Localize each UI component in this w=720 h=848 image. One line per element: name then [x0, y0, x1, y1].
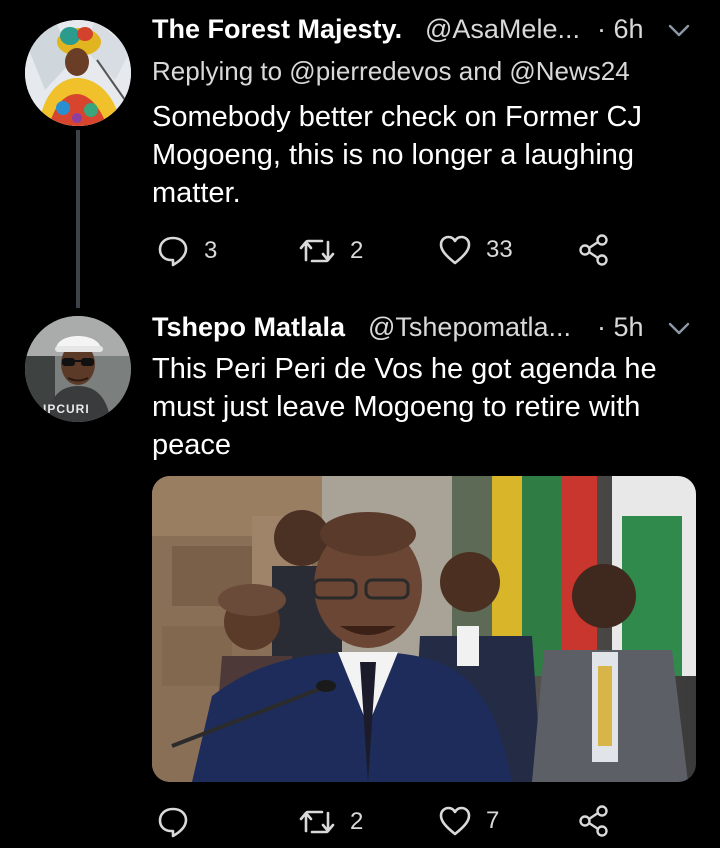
replying-to[interactable]: Replying to @pierredevos and @News24: [152, 56, 630, 87]
timestamp[interactable]: · 5h: [597, 312, 644, 343]
timestamp[interactable]: · 6h: [597, 14, 644, 45]
like-count: 7: [486, 807, 500, 834]
user-handle[interactable]: @Tshepomatla...: [368, 312, 571, 343]
user-handle[interactable]: @AsaMele...: [425, 14, 580, 45]
share-button[interactable]: [578, 805, 610, 837]
display-name[interactable]: The Forest Majesty.: [152, 14, 402, 45]
retweet-arrows-icon: [298, 234, 336, 268]
avatar[interactable]: IPCURI: [25, 316, 131, 422]
retweet-button[interactable]: 2: [298, 805, 363, 839]
tweet-photo[interactable]: [152, 476, 696, 782]
avatar[interactable]: [25, 20, 131, 126]
tweet[interactable]: IPCURI Tshepo Matlala @Tshepomatla... · …: [0, 300, 720, 848]
share-icon: [578, 805, 610, 837]
photo-image: [152, 476, 696, 782]
reply-button[interactable]: [156, 805, 204, 839]
speech-bubble-icon: [156, 805, 190, 839]
display-name[interactable]: Tshepo Matlala: [152, 312, 345, 343]
reply-count: 3: [204, 237, 218, 264]
thread-line: [76, 130, 80, 308]
heart-icon: [438, 805, 472, 837]
retweet-count: 2: [350, 237, 364, 264]
chevron-down-icon[interactable]: [668, 24, 690, 38]
heart-icon: [438, 234, 472, 266]
retweet-arrows-icon: [298, 805, 336, 839]
tweet-text: This Peri Peri de Vos he got agenda he m…: [152, 353, 657, 461]
like-button[interactable]: 33: [438, 234, 513, 266]
speech-bubble-icon: [156, 234, 190, 268]
share-button[interactable]: [578, 234, 610, 266]
reply-button[interactable]: 3: [156, 234, 217, 268]
avatar-image: [25, 20, 131, 126]
retweet-count: 2: [350, 808, 364, 835]
like-count: 33: [486, 236, 513, 263]
tweet-text: Somebody better check on Former CJ Mogoe…: [152, 101, 642, 209]
share-icon: [578, 234, 610, 266]
like-button[interactable]: 7: [438, 805, 499, 837]
avatar-shirt-text: IPCURI: [43, 402, 90, 416]
retweet-button[interactable]: 2: [298, 234, 363, 268]
tweet[interactable]: The Forest Majesty. @AsaMele... · 6h Rep…: [0, 0, 720, 308]
chevron-down-icon[interactable]: [668, 322, 690, 336]
